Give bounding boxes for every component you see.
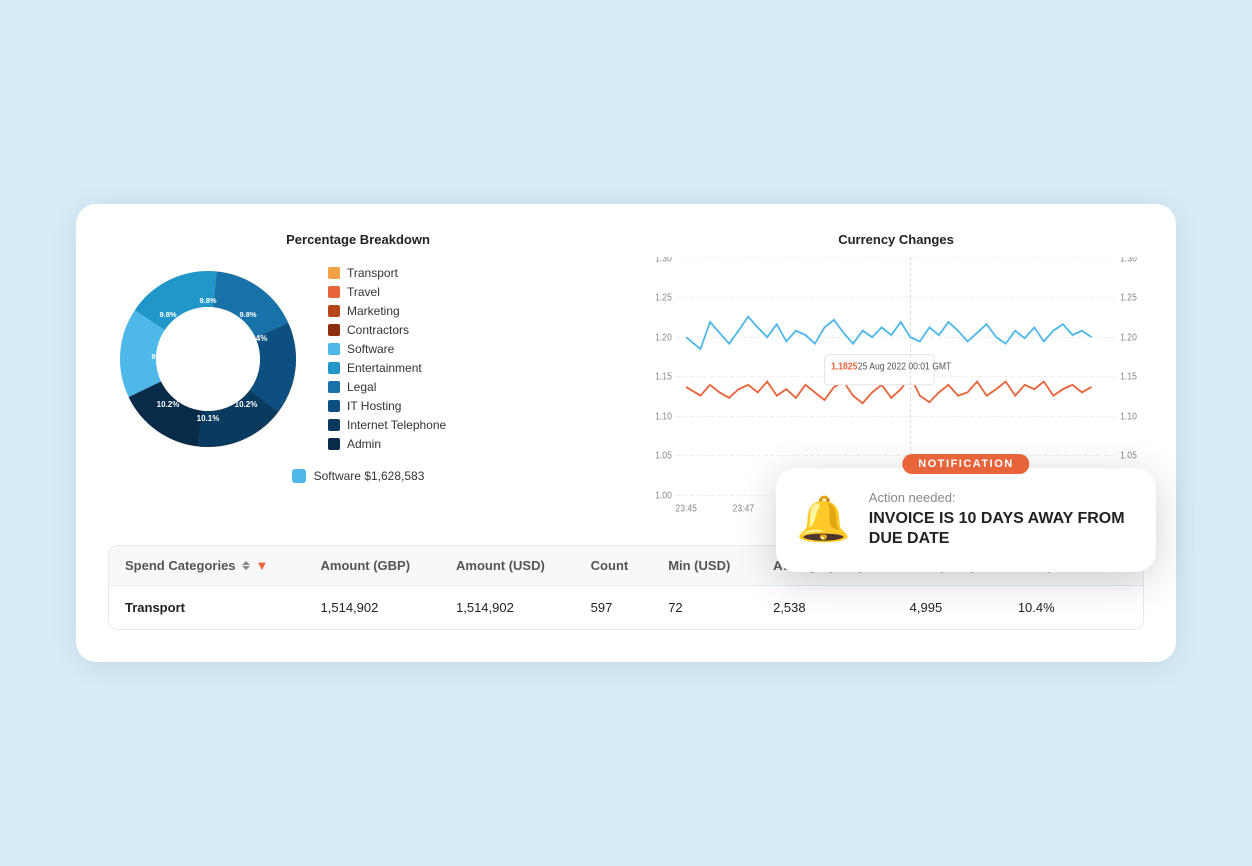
svg-text:1.05: 1.05 — [655, 450, 672, 461]
svg-text:25 Aug 2022 00:01 GMT: 25 Aug 2022 00:01 GMT — [858, 361, 952, 372]
legend-legal: Legal — [328, 380, 608, 394]
legend-label-legal: Legal — [347, 380, 376, 394]
svg-text:1.15: 1.15 — [1120, 371, 1137, 382]
pie-section: Percentage Breakdown — [108, 232, 608, 517]
svg-text:10.1%: 10.1% — [197, 414, 220, 423]
pie-content: 10.4% 10.2% 10.1% 10.2% 9.9% 9.8% 9.8% 9… — [108, 259, 608, 459]
svg-text:9.9%: 9.9% — [151, 352, 168, 361]
legend-label-internet-telephone: Internet Telephone — [347, 418, 446, 432]
cell-category: Transport — [109, 586, 305, 630]
legend-label-entertainment: Entertainment — [347, 361, 422, 375]
svg-text:9.8%: 9.8% — [159, 310, 176, 319]
col-spend-categories[interactable]: Spend Categories ▼ — [109, 546, 305, 586]
legend-travel: Travel — [328, 285, 608, 299]
col-count: Count — [575, 546, 653, 586]
cell-avg-usd: 2,538 — [757, 586, 894, 630]
legend-transport: Transport — [328, 266, 608, 280]
col-spend-label: Spend Categories — [125, 558, 236, 573]
notification-badge: NOTIFICATION — [902, 454, 1029, 474]
filter-icon[interactable]: ▼ — [256, 558, 269, 573]
legend-dot-marketing — [328, 305, 340, 317]
sort-icon-spend[interactable] — [242, 561, 250, 570]
legend-dot-transport — [328, 267, 340, 279]
legend-dot-it-hosting — [328, 400, 340, 412]
donut-svg: 10.4% 10.2% 10.1% 10.2% 9.9% 9.8% 9.8% 9… — [108, 259, 308, 459]
currency-chart-title: Currency Changes — [648, 232, 1144, 247]
svg-text:1.20: 1.20 — [655, 332, 672, 343]
svg-text:1.30: 1.30 — [655, 257, 672, 263]
sort-down-icon — [242, 566, 250, 570]
svg-text:1.25: 1.25 — [655, 292, 672, 303]
legend-admin: Admin — [328, 437, 608, 451]
notification-headline: Invoice is 10 days away from due date — [869, 509, 1132, 551]
pie-selected-label: Software $1,628,583 — [108, 469, 608, 483]
legend-label-travel: Travel — [347, 285, 380, 299]
legend-dot-admin — [328, 438, 340, 450]
cell-count: 597 — [575, 586, 653, 630]
pie-title: Percentage Breakdown — [108, 232, 608, 247]
legend-dot-software — [328, 343, 340, 355]
legend-contractors: Contractors — [328, 323, 608, 337]
notification-popup: NOTIFICATION 🔔 Action needed: Invoice is… — [776, 468, 1156, 573]
legend-marketing: Marketing — [328, 304, 608, 318]
cell-amount-gbp: 1,514,902 — [305, 586, 440, 630]
svg-text:1.15: 1.15 — [655, 371, 672, 382]
col-amount-gbp: Amount (GBP) — [305, 546, 440, 586]
pie-selected-dot — [292, 469, 306, 483]
legend-dot-internet-telephone — [328, 419, 340, 431]
legend-internet-telephone: Internet Telephone — [328, 418, 608, 432]
notification-text: Action needed: Invoice is 10 days away f… — [869, 490, 1132, 551]
svg-text:1.1825: 1.1825 — [831, 361, 857, 372]
legend-dot-legal — [328, 381, 340, 393]
legend-label-it-hosting: IT Hosting — [347, 399, 401, 413]
svg-text:1.30: 1.30 — [1120, 257, 1137, 263]
legend-label-admin: Admin — [347, 437, 381, 451]
legend-dot-travel — [328, 286, 340, 298]
svg-text:1.05: 1.05 — [1120, 450, 1137, 461]
svg-text:1.25: 1.25 — [1120, 292, 1137, 303]
notification-action: Action needed: — [869, 490, 1132, 505]
cell-min-usd: 72 — [652, 586, 757, 630]
legend-label-marketing: Marketing — [347, 304, 400, 318]
legend-entertainment: Entertainment — [328, 361, 608, 375]
col-amount-usd: Amount (USD) — [440, 546, 575, 586]
sort-up-icon — [242, 561, 250, 565]
svg-text:10.2%: 10.2% — [157, 400, 180, 409]
col-min-usd: Min (USD) — [652, 546, 757, 586]
svg-text:1.00: 1.00 — [655, 490, 672, 501]
legend-label-software: Software — [347, 342, 394, 356]
legend-it-hosting: IT Hosting — [328, 399, 608, 413]
table-row: Transport 1,514,902 1,514,902 597 72 2,5… — [109, 586, 1143, 630]
svg-text:1.10: 1.10 — [655, 411, 672, 422]
svg-text:23:47: 23:47 — [733, 503, 754, 514]
legend-label-transport: Transport — [347, 266, 398, 280]
cell-max-usd: 4,995 — [894, 586, 1002, 630]
pie-legend: Transport Travel Marketing Contractors — [328, 266, 608, 451]
svg-text:10.2%: 10.2% — [235, 400, 258, 409]
main-card: Percentage Breakdown — [76, 204, 1176, 663]
svg-text:9.8%: 9.8% — [239, 310, 256, 319]
svg-text:23:45: 23:45 — [675, 503, 696, 514]
svg-text:1.20: 1.20 — [1120, 332, 1137, 343]
svg-text:10.4%: 10.4% — [245, 334, 268, 343]
legend-label-contractors: Contractors — [347, 323, 409, 337]
legend-dot-entertainment — [328, 362, 340, 374]
legend-software: Software — [328, 342, 608, 356]
legend-dot-contractors — [328, 324, 340, 336]
cell-amount-usd: 1,514,902 — [440, 586, 575, 630]
cell-composition: 10.4% — [1002, 586, 1143, 630]
svg-text:1.10: 1.10 — [1120, 411, 1137, 422]
donut-chart: 10.4% 10.2% 10.1% 10.2% 9.9% 9.8% 9.8% 9… — [108, 259, 308, 459]
pie-selected-text: Software $1,628,583 — [314, 469, 425, 483]
svg-text:9.8%: 9.8% — [199, 296, 216, 305]
bell-icon: 🔔 — [796, 498, 851, 542]
